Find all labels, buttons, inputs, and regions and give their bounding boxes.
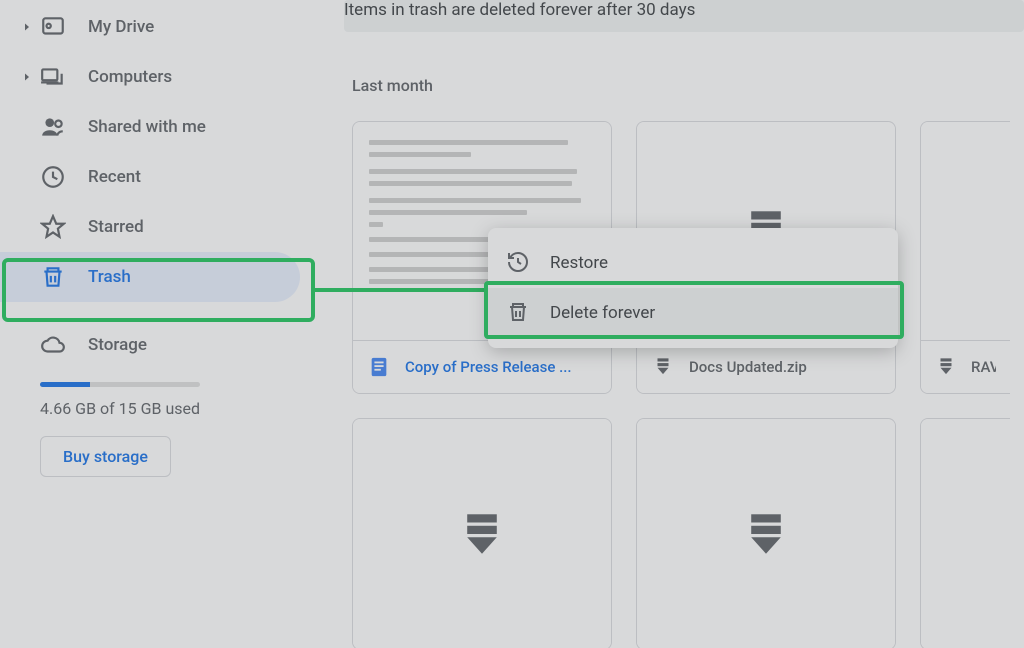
file-card[interactable]: [636, 418, 896, 648]
buy-storage-button[interactable]: Buy storage: [40, 436, 171, 477]
chevron-right-icon[interactable]: [18, 71, 36, 83]
sidebar-item-label: Starred: [88, 217, 144, 237]
computers-icon: [40, 64, 66, 90]
storage-used-text: 4.66 GB of 15 GB used: [40, 399, 272, 418]
sidebar-item-starred[interactable]: Starred: [0, 202, 300, 252]
file-name: RAV: [971, 358, 996, 376]
section-header: Last month: [352, 76, 1024, 95]
file-grid-row2: [352, 418, 1024, 648]
menu-item-label: Restore: [550, 253, 608, 273]
file-name: Copy of Press Release ...: [405, 358, 572, 376]
file-card[interactable]: [920, 418, 1010, 648]
drive-icon: [40, 14, 66, 40]
restore-icon: [506, 250, 532, 276]
zip-icon: [462, 511, 502, 557]
menu-item-label: Delete forever: [550, 303, 655, 323]
file-preview: [637, 419, 895, 648]
zip-icon: [651, 355, 675, 379]
zip-icon: [935, 355, 957, 379]
menu-item-restore[interactable]: Restore: [488, 238, 898, 288]
context-menu: Restore Delete forever: [488, 228, 898, 348]
zip-icon: [746, 511, 786, 557]
star-icon: [40, 214, 66, 240]
sidebar-item-label: Computers: [88, 67, 172, 87]
trash-icon: [40, 264, 66, 290]
sidebar: My Drive Computers Shared with me Recent: [0, 0, 300, 648]
trash-icon: [506, 300, 532, 326]
chevron-right-icon[interactable]: [18, 21, 36, 33]
sidebar-item-my-drive[interactable]: My Drive: [0, 2, 300, 52]
file-card[interactable]: RAV: [920, 121, 1010, 394]
cloud-icon: [40, 332, 66, 358]
sidebar-item-storage[interactable]: Storage: [0, 320, 300, 370]
storage-bar-fill: [40, 382, 90, 387]
sidebar-item-trash[interactable]: Trash: [0, 252, 300, 302]
sidebar-item-recent[interactable]: Recent: [0, 152, 300, 202]
sidebar-item-shared[interactable]: Shared with me: [0, 102, 300, 152]
sidebar-item-computers[interactable]: Computers: [0, 52, 300, 102]
file-preview: [921, 122, 1010, 340]
sidebar-item-label: Trash: [88, 267, 131, 287]
storage-block: 4.66 GB of 15 GB used Buy storage: [0, 382, 300, 477]
file-name: Docs Updated.zip: [689, 358, 807, 376]
trash-banner: Items in trash are deleted forever after…: [344, 0, 1024, 32]
sidebar-item-label: My Drive: [88, 17, 154, 37]
docs-icon: [367, 355, 391, 379]
shared-icon: [40, 114, 66, 140]
file-preview: [353, 419, 611, 648]
menu-item-delete-forever[interactable]: Delete forever: [488, 288, 898, 338]
storage-bar: [40, 382, 200, 387]
recent-icon: [40, 164, 66, 190]
sidebar-item-label: Recent: [88, 167, 141, 187]
sidebar-item-label: Storage: [88, 335, 147, 355]
file-card[interactable]: [352, 418, 612, 648]
file-preview: [921, 419, 1010, 648]
sidebar-item-label: Shared with me: [88, 117, 206, 137]
